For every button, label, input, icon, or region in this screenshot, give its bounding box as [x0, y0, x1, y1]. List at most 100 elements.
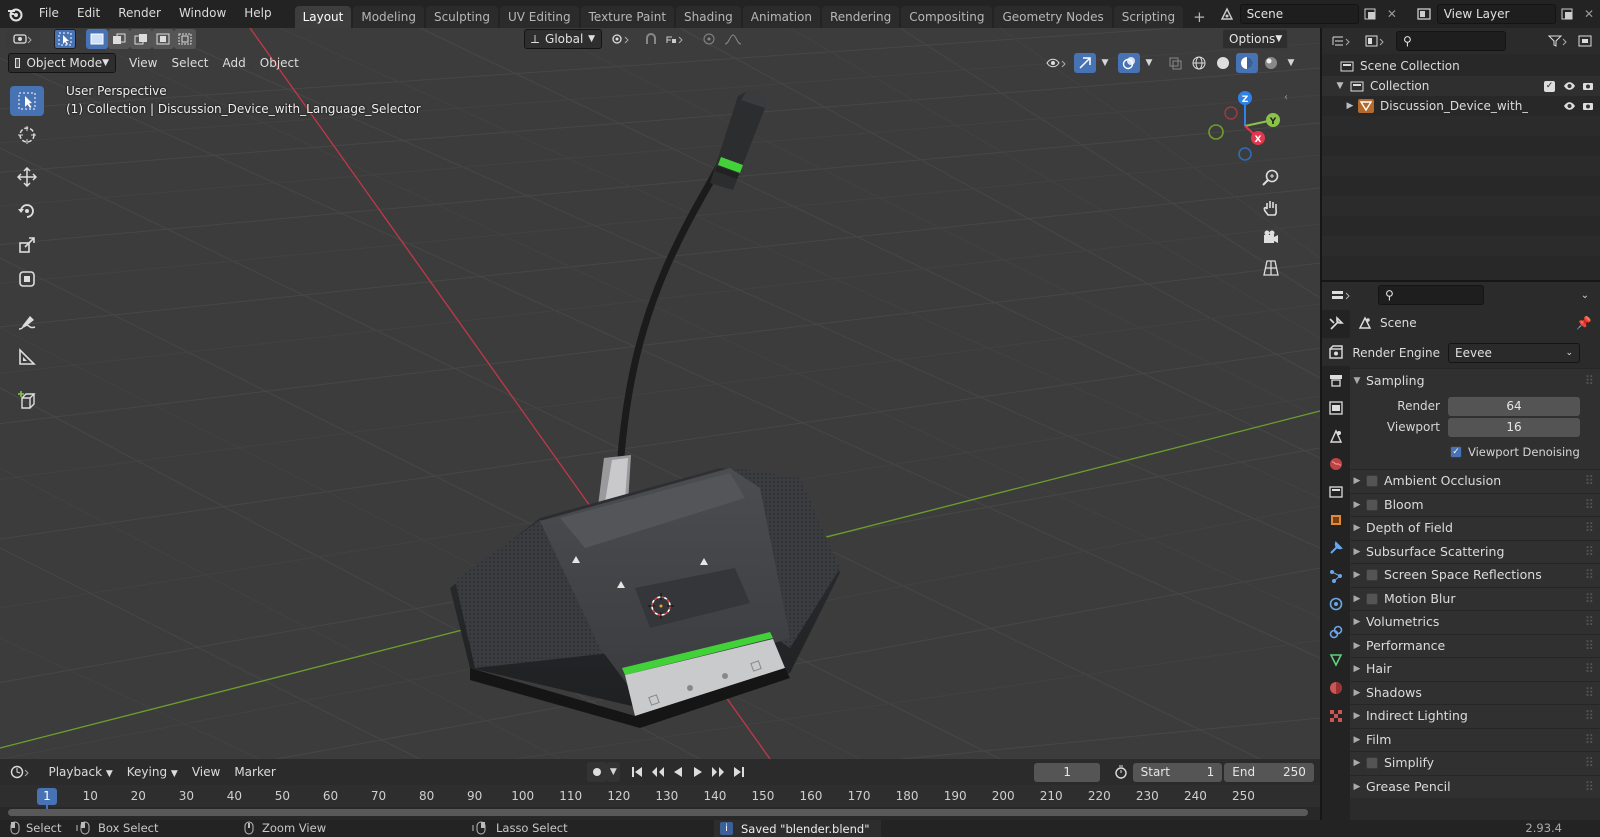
settings-panel-header[interactable]: ▶ Hair ⠿	[1350, 657, 1600, 681]
snap-icon[interactable]	[640, 29, 662, 49]
overlays-toggle-icon[interactable]	[1118, 53, 1140, 73]
snap-target-icon[interactable]	[662, 29, 690, 49]
render-samples-field[interactable]: 64	[1448, 396, 1580, 416]
prev-keyframe-icon[interactable]	[647, 762, 667, 782]
material-preview-icon[interactable]	[1236, 53, 1258, 73]
chevron-down-icon[interactable]: ⌄	[1574, 285, 1596, 305]
drag-handle-icon[interactable]: ⠿	[1585, 587, 1594, 611]
tab-shading[interactable]: Shading	[676, 6, 741, 28]
record-icon[interactable]	[586, 762, 607, 782]
menu-render[interactable]: Render	[109, 0, 170, 28]
tab-uv-editing[interactable]: UV Editing	[500, 6, 579, 28]
delete-scene-icon[interactable]: ✕	[1381, 4, 1403, 24]
filter-icon[interactable]	[1544, 31, 1574, 51]
drag-handle-icon[interactable]: ⠿	[1585, 369, 1594, 393]
proportional-edit-icon[interactable]	[698, 29, 720, 49]
outliner-row-collection[interactable]: ▼ Collection ✓	[1322, 76, 1600, 96]
select-invert-icon[interactable]	[152, 29, 174, 49]
menu-file[interactable]: File	[30, 0, 68, 28]
settings-panel-header[interactable]: ▶ Grease Pencil ⠿	[1350, 774, 1600, 798]
menu-view[interactable]: View	[122, 53, 164, 73]
settings-panel-header[interactable]: ▶ Performance ⠿	[1350, 633, 1600, 657]
drag-handle-icon[interactable]: ⠿	[1585, 540, 1594, 564]
tab-sculpting[interactable]: Sculpting	[425, 6, 498, 28]
status-report[interactable]: i Saved "blender.blend"	[714, 820, 882, 837]
eye-icon[interactable]	[1563, 101, 1576, 111]
drag-handle-icon[interactable]: ⠿	[1585, 516, 1594, 540]
select-subtract-icon[interactable]	[130, 29, 152, 49]
data-tab-icon[interactable]	[1322, 646, 1350, 674]
settings-panel-header[interactable]: ▶ Shadows ⠿	[1350, 680, 1600, 705]
view-layer-icon[interactable]	[1413, 4, 1435, 24]
tab-texture-paint[interactable]: Texture Paint	[580, 6, 675, 28]
next-keyframe-icon[interactable]	[708, 762, 728, 782]
current-frame-indicator[interactable]: 1	[37, 788, 57, 805]
panel-enable-checkbox[interactable]	[1366, 475, 1378, 488]
cursor-tool-icon[interactable]	[10, 120, 44, 150]
panel-enable-checkbox[interactable]	[1366, 757, 1378, 770]
world-tab-icon[interactable]	[1322, 450, 1350, 478]
scene-icon[interactable]	[1216, 4, 1238, 24]
add-workspace-button[interactable]: +	[1185, 6, 1214, 28]
menu-select[interactable]: Select	[164, 53, 215, 73]
tab-modeling[interactable]: Modeling	[353, 6, 424, 28]
menu-help[interactable]: Help	[235, 0, 280, 28]
end-frame-field[interactable]: End 250	[1224, 762, 1314, 782]
expand-arrow-icon[interactable]: ▶	[1342, 96, 1358, 116]
transform-tool-icon[interactable]	[10, 264, 44, 294]
checkbox-checked[interactable]: ✓	[1450, 446, 1462, 458]
menu-window[interactable]: Window	[170, 0, 235, 28]
falloff-icon[interactable]	[720, 29, 748, 49]
outliner-row-object[interactable]: ▶ Discussion_Device_with_	[1322, 96, 1600, 116]
material-tab-icon[interactable]	[1322, 674, 1350, 702]
pan-hand-icon[interactable]	[1257, 194, 1285, 222]
play-icon[interactable]	[688, 762, 708, 782]
eye-icon[interactable]	[1563, 81, 1576, 91]
camera-view-icon[interactable]	[1257, 224, 1285, 252]
gizmo-toggle-icon[interactable]	[1074, 53, 1096, 73]
menu-marker[interactable]: Marker	[227, 762, 282, 782]
menu-edit[interactable]: Edit	[68, 0, 109, 28]
sampling-panel-header[interactable]: ▼ Sampling ⠿	[1350, 368, 1600, 392]
drag-handle-icon[interactable]: ⠿	[1585, 493, 1594, 517]
drag-handle-icon[interactable]: ⠿	[1585, 704, 1594, 728]
menu-add[interactable]: Add	[216, 53, 253, 73]
camera-icon[interactable]	[1582, 101, 1594, 111]
new-collection-icon[interactable]	[1574, 31, 1596, 51]
select-intersect-icon[interactable]	[174, 29, 196, 49]
settings-panel-header[interactable]: ▶ Film ⠿	[1350, 727, 1600, 752]
outliner-search-input[interactable]: ⚲	[1396, 31, 1506, 51]
transform-orientation-dropdown[interactable]: ⟂ Global ▼	[524, 29, 602, 49]
drag-handle-icon[interactable]: ⠿	[1585, 751, 1594, 775]
settings-panel-header[interactable]: ▶ Ambient Occlusion ⠿	[1350, 469, 1600, 493]
properties-editor-type-icon[interactable]	[1326, 285, 1358, 305]
view-layer-field[interactable]: View Layer	[1436, 4, 1557, 24]
pin-icon[interactable]: 📌	[1576, 311, 1592, 335]
output-tab-icon[interactable]	[1322, 366, 1350, 394]
drag-handle-icon[interactable]: ⠿	[1585, 681, 1594, 705]
settings-panel-header[interactable]: ▶ Simplify ⠿	[1350, 751, 1600, 775]
particles-tab-icon[interactable]	[1322, 562, 1350, 590]
settings-panel-header[interactable]: ▶ Bloom ⠿	[1350, 492, 1600, 517]
scale-tool-icon[interactable]	[10, 230, 44, 260]
drag-handle-icon[interactable]: ⠿	[1585, 728, 1594, 752]
editor-type-icon[interactable]	[6, 29, 40, 49]
tab-scripting[interactable]: Scripting	[1113, 6, 1184, 28]
playback-dropdown[interactable]: Playback ▼	[41, 762, 119, 782]
drag-handle-icon[interactable]: ⠿	[1585, 563, 1594, 587]
constraints-tab-icon[interactable]	[1322, 618, 1350, 646]
start-frame-field[interactable]: Start 1	[1132, 762, 1223, 782]
select-tool-icon[interactable]	[54, 29, 76, 49]
menu-object[interactable]: Object	[253, 53, 306, 73]
move-tool-icon[interactable]	[10, 162, 44, 192]
measure-tool-icon[interactable]	[10, 342, 44, 372]
tab-layout[interactable]: Layout	[294, 6, 352, 28]
timeline-editor-type-icon[interactable]	[6, 762, 35, 782]
tab-compositing[interactable]: Compositing	[901, 6, 993, 28]
stopwatch-icon[interactable]	[1110, 762, 1130, 782]
tab-geometry-nodes[interactable]: Geometry Nodes	[994, 6, 1112, 28]
menu-view[interactable]: View	[185, 762, 227, 782]
settings-panel-header[interactable]: ▶ Volumetrics ⠿	[1350, 610, 1600, 634]
outliner-row-scene-collection[interactable]: Scene Collection	[1322, 56, 1600, 76]
rotate-tool-icon[interactable]	[10, 196, 44, 226]
